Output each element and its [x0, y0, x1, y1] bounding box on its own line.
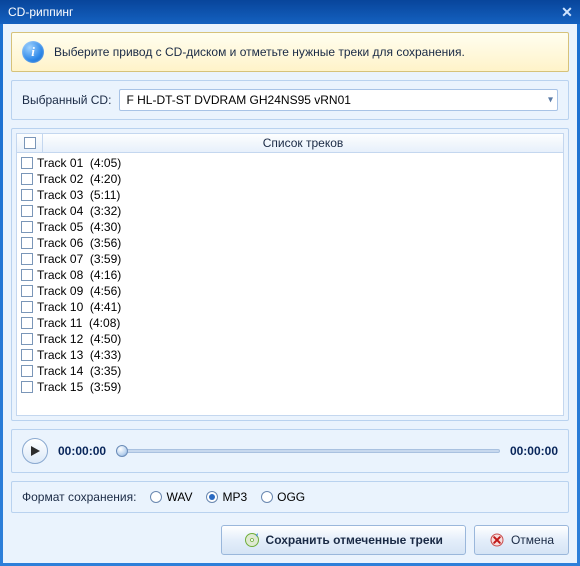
- titlebar: CD-риппинг ✕: [0, 0, 580, 24]
- cd-drive-value: F HL-DT-ST DVDRAM GH24NS95 vRN01: [126, 93, 351, 107]
- select-all-cell[interactable]: [17, 134, 43, 152]
- format-options: WAV MP3 OGG: [150, 490, 305, 504]
- track-checkbox[interactable]: [21, 205, 33, 217]
- track-checkbox[interactable]: [21, 301, 33, 313]
- slider-thumb[interactable]: [116, 445, 128, 457]
- track-checkbox[interactable]: [21, 173, 33, 185]
- cancel-button[interactable]: Отмена: [474, 525, 569, 555]
- radio-label: OGG: [277, 490, 305, 504]
- track-row[interactable]: Track 15 (3:59): [21, 379, 559, 395]
- radio-ogg[interactable]: [261, 491, 273, 503]
- seek-slider[interactable]: [116, 443, 500, 459]
- track-checkbox[interactable]: [21, 365, 33, 377]
- slider-track: [116, 449, 500, 453]
- player-panel: 00:00:00 00:00:00: [11, 429, 569, 473]
- cancel-button-label: Отмена: [511, 533, 554, 547]
- track-label: Track 01 (4:05): [37, 156, 121, 170]
- track-checkbox[interactable]: [21, 285, 33, 297]
- track-label: Track 02 (4:20): [37, 172, 121, 186]
- radio-mp3[interactable]: [206, 491, 218, 503]
- cd-drive-combo[interactable]: F HL-DT-ST DVDRAM GH24NS95 vRN01 ▾: [119, 89, 558, 111]
- track-checkbox[interactable]: [21, 253, 33, 265]
- radio-label: MP3: [222, 490, 247, 504]
- radio-label: WAV: [166, 490, 192, 504]
- cd-select-label: Выбранный CD:: [22, 93, 111, 107]
- track-label: Track 05 (4:30): [37, 220, 121, 234]
- track-checkbox[interactable]: [21, 221, 33, 233]
- format-panel: Формат сохранения: WAV MP3 OGG: [11, 481, 569, 513]
- track-row[interactable]: Track 01 (4:05): [21, 155, 559, 171]
- dialog-buttons: Сохранить отмеченные треки Отмена: [11, 521, 569, 555]
- play-button[interactable]: [22, 438, 48, 464]
- save-button-label: Сохранить отмеченные треки: [266, 533, 443, 547]
- track-row[interactable]: Track 11 (4:08): [21, 315, 559, 331]
- window-title: CD-риппинг: [8, 5, 558, 19]
- track-checkbox[interactable]: [21, 269, 33, 281]
- cancel-icon: [489, 532, 505, 548]
- client-area: i Выберите привод с CD-диском и отметьте…: [3, 24, 577, 563]
- info-icon: i: [22, 41, 44, 63]
- tracks-panel: Список треков Track 01 (4:05) Track 02 (4…: [11, 128, 569, 421]
- track-row[interactable]: Track 13 (4:33): [21, 347, 559, 363]
- close-icon[interactable]: ✕: [558, 3, 576, 21]
- track-checkbox[interactable]: [21, 317, 33, 329]
- track-row[interactable]: Track 06 (3:56): [21, 235, 559, 251]
- track-checkbox[interactable]: [21, 381, 33, 393]
- elapsed-time: 00:00:00: [58, 444, 106, 458]
- track-row[interactable]: Track 05 (4:30): [21, 219, 559, 235]
- track-label: Track 14 (3:35): [37, 364, 121, 378]
- track-label: Track 15 (3:59): [37, 380, 121, 394]
- track-row[interactable]: Track 09 (4:56): [21, 283, 559, 299]
- cd-ripping-dialog: CD-риппинг ✕ i Выберите привод с CD-диск…: [0, 0, 580, 566]
- play-icon: [29, 445, 41, 457]
- track-row[interactable]: Track 10 (4:41): [21, 299, 559, 315]
- info-text: Выберите привод с CD-диском и отметьте н…: [54, 45, 465, 59]
- track-label: Track 08 (4:16): [37, 268, 121, 282]
- track-label: Track 09 (4:56): [37, 284, 121, 298]
- track-row[interactable]: Track 12 (4:50): [21, 331, 559, 347]
- radio-wav[interactable]: [150, 491, 162, 503]
- info-panel: i Выберите привод с CD-диском и отметьте…: [11, 32, 569, 72]
- track-row[interactable]: Track 08 (4:16): [21, 267, 559, 283]
- cd-save-icon: [244, 532, 260, 548]
- tracks-list[interactable]: Track 01 (4:05) Track 02 (4:20) Track 03 (…: [16, 153, 564, 416]
- format-option-wav[interactable]: WAV: [150, 490, 192, 504]
- track-checkbox[interactable]: [21, 157, 33, 169]
- chevron-down-icon: ▾: [548, 95, 553, 106]
- format-option-mp3[interactable]: MP3: [206, 490, 247, 504]
- format-label: Формат сохранения:: [22, 490, 136, 504]
- track-label: Track 03 (5:11): [37, 188, 120, 202]
- cd-select-panel: Выбранный CD: F HL-DT-ST DVDRAM GH24NS95…: [11, 80, 569, 120]
- track-checkbox[interactable]: [21, 189, 33, 201]
- track-label: Track 11 (4:08): [37, 316, 120, 330]
- track-label: Track 06 (3:56): [37, 236, 121, 250]
- track-checkbox[interactable]: [21, 333, 33, 345]
- track-label: Track 13 (4:33): [37, 348, 121, 362]
- track-label: Track 10 (4:41): [37, 300, 121, 314]
- tracks-header: Список треков: [16, 133, 564, 153]
- track-row[interactable]: Track 02 (4:20): [21, 171, 559, 187]
- tracks-header-label: Список треков: [43, 136, 563, 150]
- track-row[interactable]: Track 04 (3:32): [21, 203, 559, 219]
- track-label: Track 04 (3:32): [37, 204, 121, 218]
- track-label: Track 12 (4:50): [37, 332, 121, 346]
- track-label: Track 07 (3:59): [37, 252, 121, 266]
- track-row[interactable]: Track 03 (5:11): [21, 187, 559, 203]
- track-checkbox[interactable]: [21, 349, 33, 361]
- total-time: 00:00:00: [510, 444, 558, 458]
- save-button[interactable]: Сохранить отмеченные треки: [221, 525, 466, 555]
- track-checkbox[interactable]: [21, 237, 33, 249]
- format-option-ogg[interactable]: OGG: [261, 490, 305, 504]
- select-all-checkbox[interactable]: [24, 137, 36, 149]
- track-row[interactable]: Track 14 (3:35): [21, 363, 559, 379]
- track-row[interactable]: Track 07 (3:59): [21, 251, 559, 267]
